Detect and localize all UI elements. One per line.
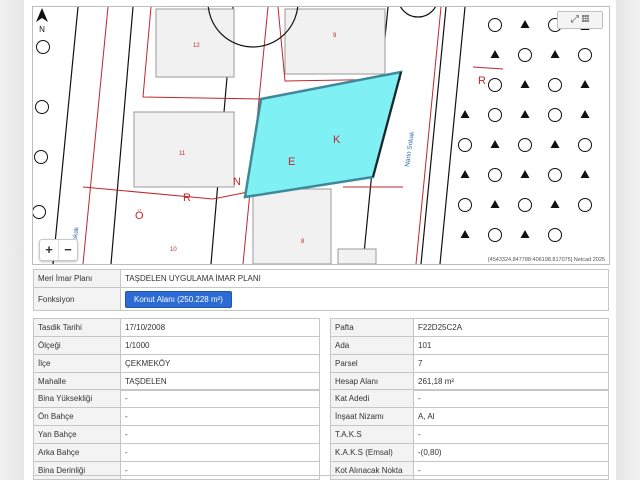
approval-table: Tasdik Tarihi 17/10/2008 Ölçeği 1/1000 İlç…: [33, 318, 320, 391]
row-label: Hesap Alanı: [330, 372, 414, 391]
page-background-right: [616, 0, 640, 480]
row-label: Mahalle: [33, 372, 121, 391]
table-row: T.A.K.S -: [330, 425, 609, 444]
svg-text:N: N: [233, 176, 241, 188]
svg-text:E: E: [288, 156, 295, 168]
row-value: 101: [413, 336, 609, 355]
row-value: TAŞDELEN: [120, 372, 320, 391]
row-label: Yan Bahçe: [33, 425, 121, 444]
table-row: Meri İmar Planı TAŞDELEN UYGULAMA İMAR P…: [33, 269, 609, 288]
north-label: N: [39, 25, 45, 33]
table-row: Kat Adedi -: [330, 389, 609, 408]
table-row: Yan Bahçe -: [33, 425, 320, 444]
row-value: A, Al: [413, 407, 609, 426]
street-label-narin: Narin Sokak: [404, 131, 416, 168]
table-row: Ada 101: [330, 336, 609, 355]
row-label: Kat Adedi: [330, 389, 414, 408]
parcel-table: Pafta F22D25C2A Ada 101 Parsel 7 Hesap Alan…: [330, 318, 609, 391]
svg-text:K: K: [333, 134, 341, 146]
plan-table: Meri İmar Planı TAŞDELEN UYGULAMA İMAR P…: [33, 269, 609, 311]
table-row: Pafta F22D25C2A: [330, 318, 609, 337]
map-canvas[interactable]: 12 9 11 8 10 Ö R N E K R Narin Sokak Sok…: [33, 7, 609, 264]
row-value: 261,18 m²: [413, 372, 609, 391]
row-value: -: [120, 389, 320, 408]
row-value: 7: [413, 354, 609, 373]
row-label: Arka Bahçe: [33, 443, 121, 462]
next-table-edge: [33, 475, 609, 481]
row-label: İnşaat Nizamı: [330, 407, 414, 426]
row-value: -: [120, 425, 320, 444]
table-row: Arka Bahçe -: [33, 443, 320, 462]
setback-table: Bina Yüksekliği - Ön Bahçe - Yan Bahçe - Ar…: [33, 389, 320, 480]
row-label: Ada: [330, 336, 414, 355]
zoning-map[interactable]: 12 9 11 8 10 Ö R N E K R Narin Sokak Sok…: [32, 6, 610, 265]
row-value: 17/10/2008: [120, 318, 320, 337]
parcel-number: 11: [179, 151, 186, 157]
coordinate-readout: [4543324.847788:406198.817075] Netcad 20…: [486, 257, 607, 263]
row-label: İlçe: [33, 354, 121, 373]
table-row: Mahalle TAŞDELEN: [33, 372, 320, 391]
row-label: Parsel: [330, 354, 414, 373]
table-row: İnşaat Nizamı A, Al: [330, 407, 609, 426]
zoom-in-button[interactable]: +: [40, 240, 58, 260]
row-label: Tasdik Tarihi: [33, 318, 121, 337]
table-row: Bina Yüksekliği -: [33, 389, 320, 408]
page-background-left: [0, 0, 24, 480]
north-arrow-icon: N: [36, 8, 48, 33]
map-tools-button[interactable]: ⤢ ▦: [557, 11, 603, 29]
row-value: -: [413, 425, 609, 444]
fonksiyon-label: Fonksiyon: [33, 287, 121, 311]
table-row: Hesap Alanı 261,18 m²: [330, 372, 609, 391]
table-row: Parsel 7: [330, 354, 609, 373]
row-value: -(0,80): [413, 443, 609, 462]
row-value: -: [120, 407, 320, 426]
table-row: İlçe ÇEKMEKÖY: [33, 354, 320, 373]
left-strip-symbols: [33, 40, 50, 219]
table-row: Ön Bahçe -: [33, 407, 320, 426]
row-value: ÇEKMEKÖY: [120, 354, 320, 373]
row-value: -: [413, 389, 609, 408]
selected-parcel[interactable]: [243, 70, 403, 199]
svg-text:R: R: [478, 75, 486, 87]
svg-text:Ö: Ö: [135, 210, 144, 222]
row-value: -: [120, 443, 320, 462]
row-value: F22D25C2A: [413, 318, 609, 337]
table-row: Ölçeği 1/1000: [33, 336, 320, 355]
table-row: Fonksiyon Konut Alanı (250.228 m²): [33, 287, 609, 311]
table-row: K.A.K.S (Emsal) -(0,80): [330, 443, 609, 462]
parcel-number: 10: [170, 247, 177, 253]
row-label: K.A.K.S (Emsal): [330, 443, 414, 462]
row-label: Pafta: [330, 318, 414, 337]
svg-text:R: R: [183, 192, 191, 204]
row-label: Ön Bahçe: [33, 407, 121, 426]
zoom-out-button[interactable]: −: [58, 240, 77, 260]
meri-value: TAŞDELEN UYGULAMA İMAR PLANI: [120, 269, 609, 288]
row-label: Bina Yüksekliği: [33, 389, 121, 408]
table-row: Tasdik Tarihi 17/10/2008: [33, 318, 320, 337]
zoom-controls: + −: [39, 239, 78, 261]
meri-label: Meri İmar Planı: [33, 269, 121, 288]
row-label: T.A.K.S: [330, 425, 414, 444]
fonksiyon-badge[interactable]: Konut Alanı (250.228 m²): [125, 290, 232, 308]
row-value: 1/1000: [120, 336, 320, 355]
parcel-number: 12: [193, 43, 200, 49]
right-patterned-area: [458, 18, 592, 242]
building-table: Kat Adedi - İnşaat Nizamı A, Al T.A.K.S - K…: [330, 389, 609, 480]
row-label: Ölçeği: [33, 336, 121, 355]
